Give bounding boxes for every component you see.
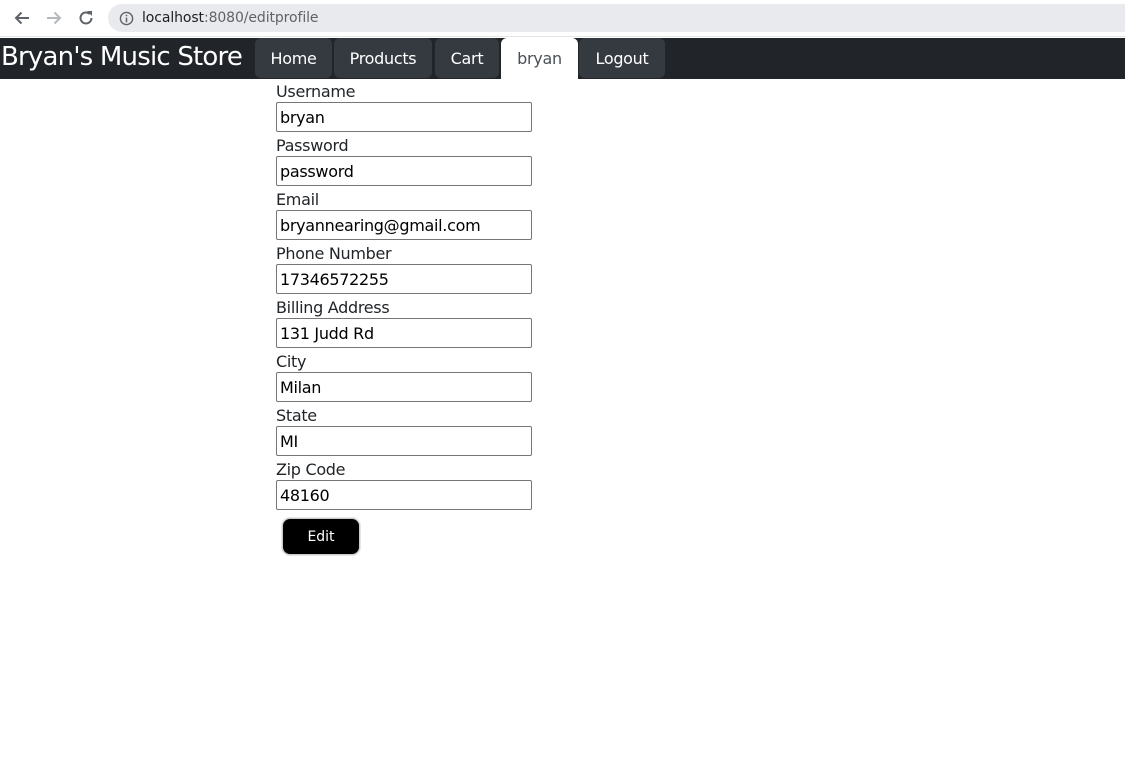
- email-input[interactable]: [276, 210, 532, 240]
- site-navbar: Bryan's Music Store Home Products Cart b…: [0, 38, 1125, 79]
- city-label: City: [276, 352, 307, 371]
- email-label: Email: [276, 190, 319, 209]
- nav-tab-cart[interactable]: Cart: [435, 38, 499, 78]
- zip-code-input[interactable]: [276, 480, 532, 510]
- nav-tab-home[interactable]: Home: [255, 38, 332, 78]
- back-arrow-icon[interactable]: [10, 6, 34, 30]
- info-icon[interactable]: [118, 10, 134, 26]
- url-path: :8080/editprofile: [203, 10, 319, 26]
- site-brand[interactable]: Bryan's Music Store: [1, 39, 243, 75]
- phone-input[interactable]: [276, 264, 532, 294]
- zip-code-label: Zip Code: [276, 460, 346, 479]
- nav-tab-products[interactable]: Products: [334, 38, 432, 78]
- edit-profile-form: Username Password Email Phone Number Bil…: [276, 82, 536, 514]
- state-input[interactable]: [276, 426, 532, 456]
- address-bar[interactable]: localhost:8080/editprofile: [108, 4, 1125, 32]
- browser-toolbar: localhost:8080/editprofile: [0, 0, 1125, 37]
- username-input[interactable]: [276, 102, 532, 132]
- billing-address-input[interactable]: [276, 318, 532, 348]
- city-input[interactable]: [276, 372, 532, 402]
- password-input[interactable]: [276, 156, 532, 186]
- billing-address-label: Billing Address: [276, 298, 390, 317]
- state-label: State: [276, 406, 317, 425]
- nav-tab-logout[interactable]: Logout: [579, 38, 665, 78]
- url-text: localhost:8080/editprofile: [142, 10, 319, 26]
- edit-button[interactable]: Edit: [282, 518, 360, 555]
- nav-tab-user[interactable]: bryan: [501, 38, 578, 79]
- username-label: Username: [276, 82, 356, 101]
- phone-label: Phone Number: [276, 244, 392, 263]
- password-label: Password: [276, 136, 349, 155]
- reload-icon[interactable]: [74, 6, 98, 30]
- url-host: localhost: [142, 10, 204, 26]
- forward-arrow-icon[interactable]: [42, 6, 66, 30]
